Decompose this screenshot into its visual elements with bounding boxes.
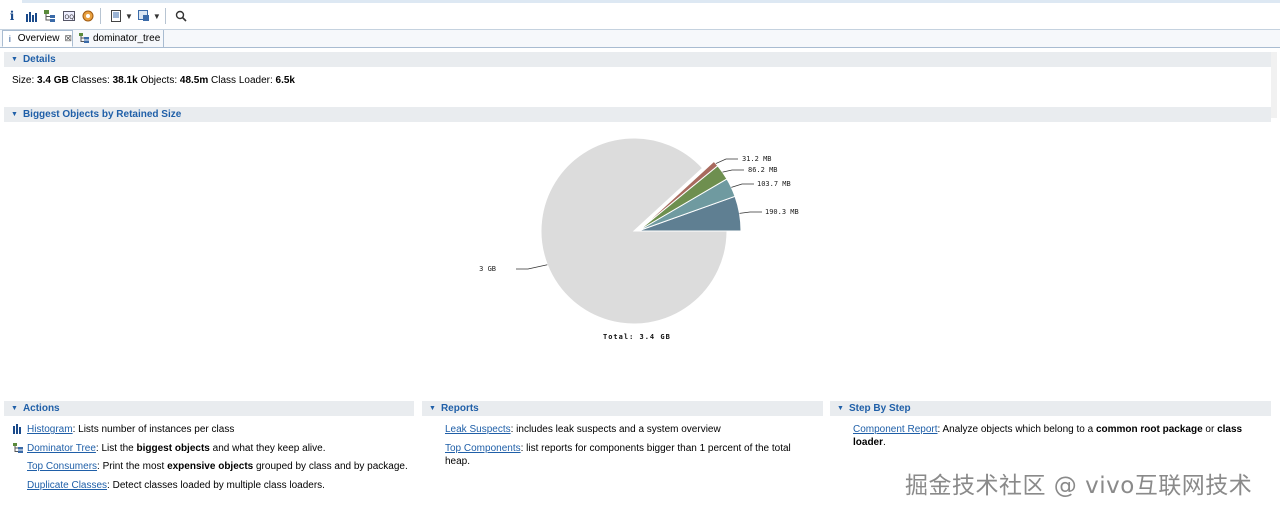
dominator-tree-icon[interactable] <box>42 8 58 24</box>
editor-tab-bar: i Overview ⊠ dominator_tree <box>0 30 1280 48</box>
report-dropdown-icon[interactable]: ▼ <box>125 12 133 21</box>
query-icon[interactable] <box>136 8 152 24</box>
pie-slice-label: 103.7 MB <box>757 180 791 188</box>
toolbar-separator <box>164 8 166 24</box>
report-icon[interactable] <box>108 8 124 24</box>
pie-slice <box>540 137 728 325</box>
step-by-step-section-header[interactable]: ▼ Step By Step <box>830 401 1271 416</box>
reports-section-header[interactable]: ▼ Reports <box>422 401 823 416</box>
collapse-triangle-icon[interactable]: ▼ <box>11 56 18 63</box>
histogram-icon[interactable] <box>23 8 39 24</box>
report-top-components: Top Components: list reports for compone… <box>445 443 791 467</box>
histogram-icon <box>13 424 23 434</box>
histogram-link[interactable]: Histogram <box>27 424 73 435</box>
top-components-link[interactable]: Top Components <box>445 443 521 454</box>
toolbar-separator <box>100 8 101 24</box>
dominator-tree-icon <box>13 443 23 453</box>
svg-text:OQL: OQL <box>65 14 76 21</box>
step-by-step-title: Step By Step <box>848 403 911 414</box>
biggest-objects-title: Biggest Objects by Retained Size <box>22 109 182 120</box>
collapse-triangle-icon[interactable]: ▼ <box>11 111 18 118</box>
step-component-report: Component Report: Analyze objects which … <box>853 424 1243 448</box>
pie-leader-line <box>715 158 738 164</box>
collapse-triangle-icon[interactable]: ▼ <box>11 405 18 412</box>
pie-slice <box>637 195 742 232</box>
report-leak-suspects: Leak Suspects: includes leak suspects an… <box>445 424 721 435</box>
pie-leader-line <box>722 169 744 173</box>
pie-slice <box>637 160 719 232</box>
details-summary: Size: 3.4 GB Classes: 38.1k Objects: 48.… <box>12 75 295 86</box>
size-value: 3.4 GB <box>37 75 69 86</box>
pie-leader-line <box>739 211 762 214</box>
pie-total-label: Total: 3.4 GB <box>603 333 671 341</box>
details-title: Details <box>22 54 56 65</box>
actions-title: Actions <box>22 403 60 414</box>
heap-dump-icon[interactable] <box>80 8 96 24</box>
leak-suspects-link[interactable]: Leak Suspects <box>445 424 511 435</box>
tab-dominator-tree[interactable]: dominator_tree <box>76 30 164 47</box>
tab-overview[interactable]: i Overview ⊠ <box>2 30 73 47</box>
class-loader-value: 6.5k <box>275 75 295 86</box>
pie-leader-line <box>731 183 754 188</box>
info-icon: i <box>8 33 11 44</box>
pie-leader-line <box>516 264 548 270</box>
component-report-link[interactable]: Component Report <box>853 424 938 435</box>
pie-slice <box>637 178 736 232</box>
classes-value: 38.1k <box>112 75 138 86</box>
toolbar: i OQL ▼ ▼ <box>0 3 1280 30</box>
top-consumers-link[interactable]: Top Consumers <box>27 461 97 472</box>
watermark: 掘金技术社区 @ vivo互联网技术 <box>905 473 1253 499</box>
dominator-tree-link[interactable]: Dominator Tree <box>27 443 96 454</box>
action-duplicate-classes: Duplicate Classes: Detect classes loaded… <box>27 480 325 491</box>
pie-slice-label: 86.2 MB <box>748 166 778 174</box>
pie-slice-label: 3 GB <box>479 265 496 273</box>
query-dropdown-icon[interactable]: ▼ <box>153 12 161 21</box>
search-icon[interactable] <box>173 8 189 24</box>
action-histogram: Histogram: Lists number of instances per… <box>27 424 235 435</box>
collapse-triangle-icon[interactable]: ▼ <box>429 405 436 412</box>
tab-label: dominator_tree <box>93 33 161 44</box>
scrollbar[interactable] <box>1271 52 1277 118</box>
duplicate-classes-link[interactable]: Duplicate Classes <box>27 480 107 491</box>
objects-value: 48.5m <box>179 75 209 86</box>
actions-section-header[interactable]: ▼ Actions <box>4 401 414 416</box>
dominator-tree-icon <box>79 32 89 45</box>
biggest-objects-section-header[interactable]: ▼ Biggest Objects by Retained Size <box>4 107 1271 122</box>
oql-icon[interactable]: OQL <box>61 8 77 24</box>
action-dominator-tree: Dominator Tree: List the biggest objects… <box>27 443 326 454</box>
pie-slice-label: 190.3 MB <box>765 208 799 216</box>
action-top-consumers: Top Consumers: Print the most expensive … <box>27 461 408 472</box>
reports-title: Reports <box>440 403 479 414</box>
collapse-triangle-icon[interactable]: ▼ <box>837 405 844 412</box>
info-icon[interactable]: i <box>4 8 20 24</box>
pie-slice <box>637 165 728 232</box>
close-icon[interactable]: ⊠ <box>64 33 72 44</box>
tab-label: Overview <box>17 33 60 44</box>
details-section-header[interactable]: ▼ Details <box>4 52 1271 67</box>
pie-slice-label: 31.2 MB <box>742 155 772 163</box>
